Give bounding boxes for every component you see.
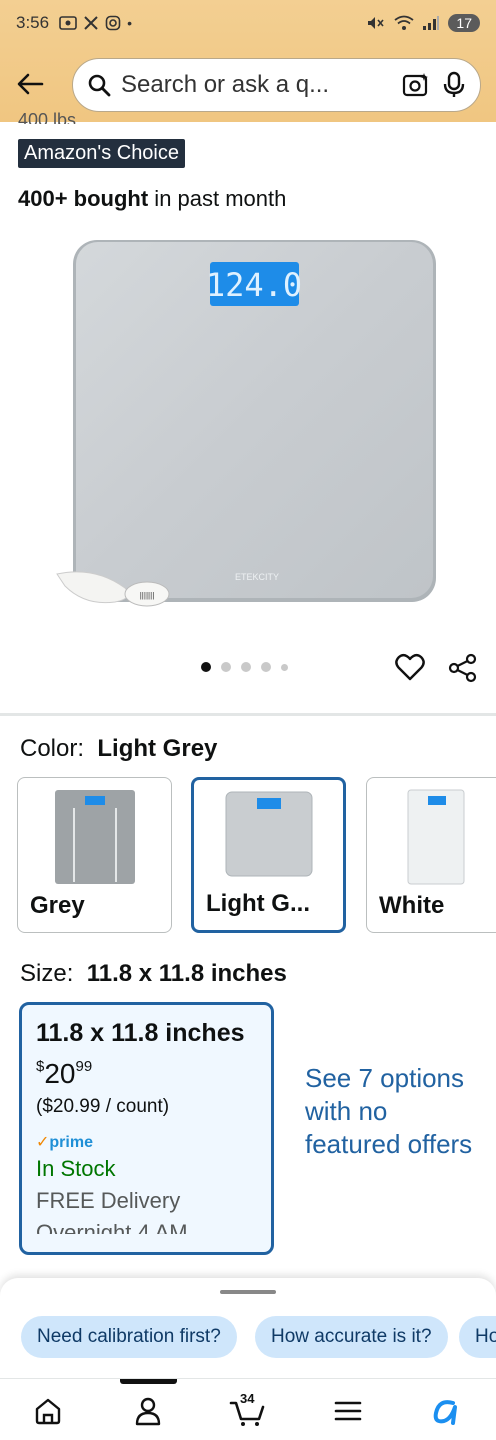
- suggestion-chip[interactable]: How: [459, 1316, 496, 1358]
- prime-check-icon: ✓: [36, 1134, 50, 1151]
- bought-count: 400+ bought in past month: [18, 186, 286, 212]
- swatch-label: Grey: [30, 892, 85, 919]
- microphone-icon: [443, 71, 465, 97]
- sheet-grabber[interactable]: [220, 1290, 276, 1294]
- back-arrow-icon: [17, 73, 44, 95]
- swatch-thumbnail: [54, 790, 135, 884]
- nav-cart[interactable]: 34: [228, 1391, 268, 1429]
- status-time: 3:56: [16, 13, 50, 32]
- suggestion-chip[interactable]: Need calibration first?: [21, 1316, 237, 1358]
- selected-color-value: Light Grey: [97, 735, 218, 762]
- truncated-capacity-text: 400 lbs: [18, 110, 77, 124]
- size-option-price: $2099: [36, 1058, 93, 1089]
- active-tab-indicator: [120, 1379, 177, 1384]
- swatch-thumbnail: [225, 791, 312, 877]
- swatch-label: Light G...: [206, 890, 310, 917]
- search-icon: [88, 74, 111, 97]
- bottom-navigation: 34: [0, 1378, 496, 1440]
- heart-icon: [395, 653, 425, 681]
- carousel-dot[interactable]: [201, 662, 211, 672]
- scale-display-reading: 124.0: [206, 266, 302, 304]
- carousel-dot[interactable]: [261, 662, 271, 672]
- nav-rufus[interactable]: [428, 1393, 464, 1429]
- person-icon: [135, 1397, 161, 1426]
- svg-text:|||||||: |||||||: [140, 591, 155, 600]
- size-option-title: 11.8 x 11.8 inches: [36, 1019, 245, 1047]
- section-divider: [0, 713, 496, 716]
- suggestion-chip[interactable]: How accurate is it?: [255, 1316, 448, 1358]
- nav-account[interactable]: [130, 1393, 166, 1429]
- signal-icon: [423, 16, 440, 30]
- share-button[interactable]: [448, 653, 478, 688]
- home-icon: [35, 1398, 61, 1425]
- status-bar: 3:56 • 17: [0, 0, 496, 46]
- camera-search-button[interactable]: [402, 72, 430, 98]
- add-to-list-button[interactable]: [395, 653, 425, 686]
- color-option-grey[interactable]: Grey: [17, 777, 172, 933]
- cart-count-badge: 34: [240, 1391, 255, 1406]
- delivery-time-text: Overnight 4 AM: [36, 1220, 188, 1234]
- mute-icon: [368, 17, 385, 29]
- screenshot-icon: [59, 16, 77, 30]
- notification-dot-icon: •: [127, 15, 132, 31]
- search-input[interactable]: Search or ask a q...: [121, 71, 390, 99]
- battery-indicator: 17: [448, 14, 480, 32]
- image-carousel-dots[interactable]: [201, 662, 288, 672]
- x-app-icon: [84, 16, 98, 30]
- app-header: 3:56 • 17 Search or ask a q...: [0, 0, 496, 122]
- nav-home[interactable]: [30, 1393, 66, 1429]
- search-bar[interactable]: Search or ask a q...: [72, 58, 481, 112]
- bought-count-rest: in past month: [148, 186, 287, 211]
- selected-size-value: 11.8 x 11.8 inches: [86, 960, 287, 987]
- rufus-suggestion-sheet: Need calibration first? How accurate is …: [0, 1278, 496, 1378]
- carousel-dot[interactable]: [281, 663, 288, 671]
- see-other-options-link[interactable]: See 7 options with no featured offers: [305, 1062, 480, 1161]
- swatch-thumbnail: [407, 789, 465, 885]
- size-option-card[interactable]: 11.8 x 11.8 inches $2099 ($20.99 / count…: [19, 1002, 274, 1255]
- unit-price: ($20.99 / count): [36, 1096, 170, 1117]
- share-icon: [448, 653, 477, 683]
- carousel-dot[interactable]: [241, 662, 251, 672]
- swatch-label: White: [379, 892, 445, 919]
- prime-badge: ✓prime: [36, 1134, 93, 1151]
- instagram-icon: [105, 15, 121, 31]
- color-option-white[interactable]: White: [366, 777, 496, 933]
- nav-menu[interactable]: [330, 1393, 366, 1429]
- wifi-icon: [394, 15, 414, 30]
- hamburger-menu-icon: [334, 1401, 362, 1421]
- amazons-choice-badge: Amazon's Choice: [18, 139, 185, 168]
- rufus-assistant-icon: [433, 1400, 457, 1425]
- back-button[interactable]: [12, 66, 48, 102]
- color-label: Color: Light Grey: [20, 735, 218, 762]
- stock-status: In Stock: [36, 1156, 116, 1181]
- product-image[interactable]: 124.0 ETEKCITY |||||||: [55, 236, 445, 616]
- color-option-light-grey[interactable]: Light G...: [191, 777, 346, 933]
- bought-count-bold: 400+ bought: [18, 186, 149, 211]
- size-label: Size: 11.8 x 11.8 inches: [20, 960, 287, 987]
- scale-brand-mark: ETEKCITY: [235, 572, 279, 582]
- voice-search-button[interactable]: [442, 71, 466, 99]
- delivery-text: FREE Delivery: [36, 1188, 181, 1213]
- carousel-dot[interactable]: [221, 662, 231, 672]
- camera-lens-icon: [402, 73, 428, 97]
